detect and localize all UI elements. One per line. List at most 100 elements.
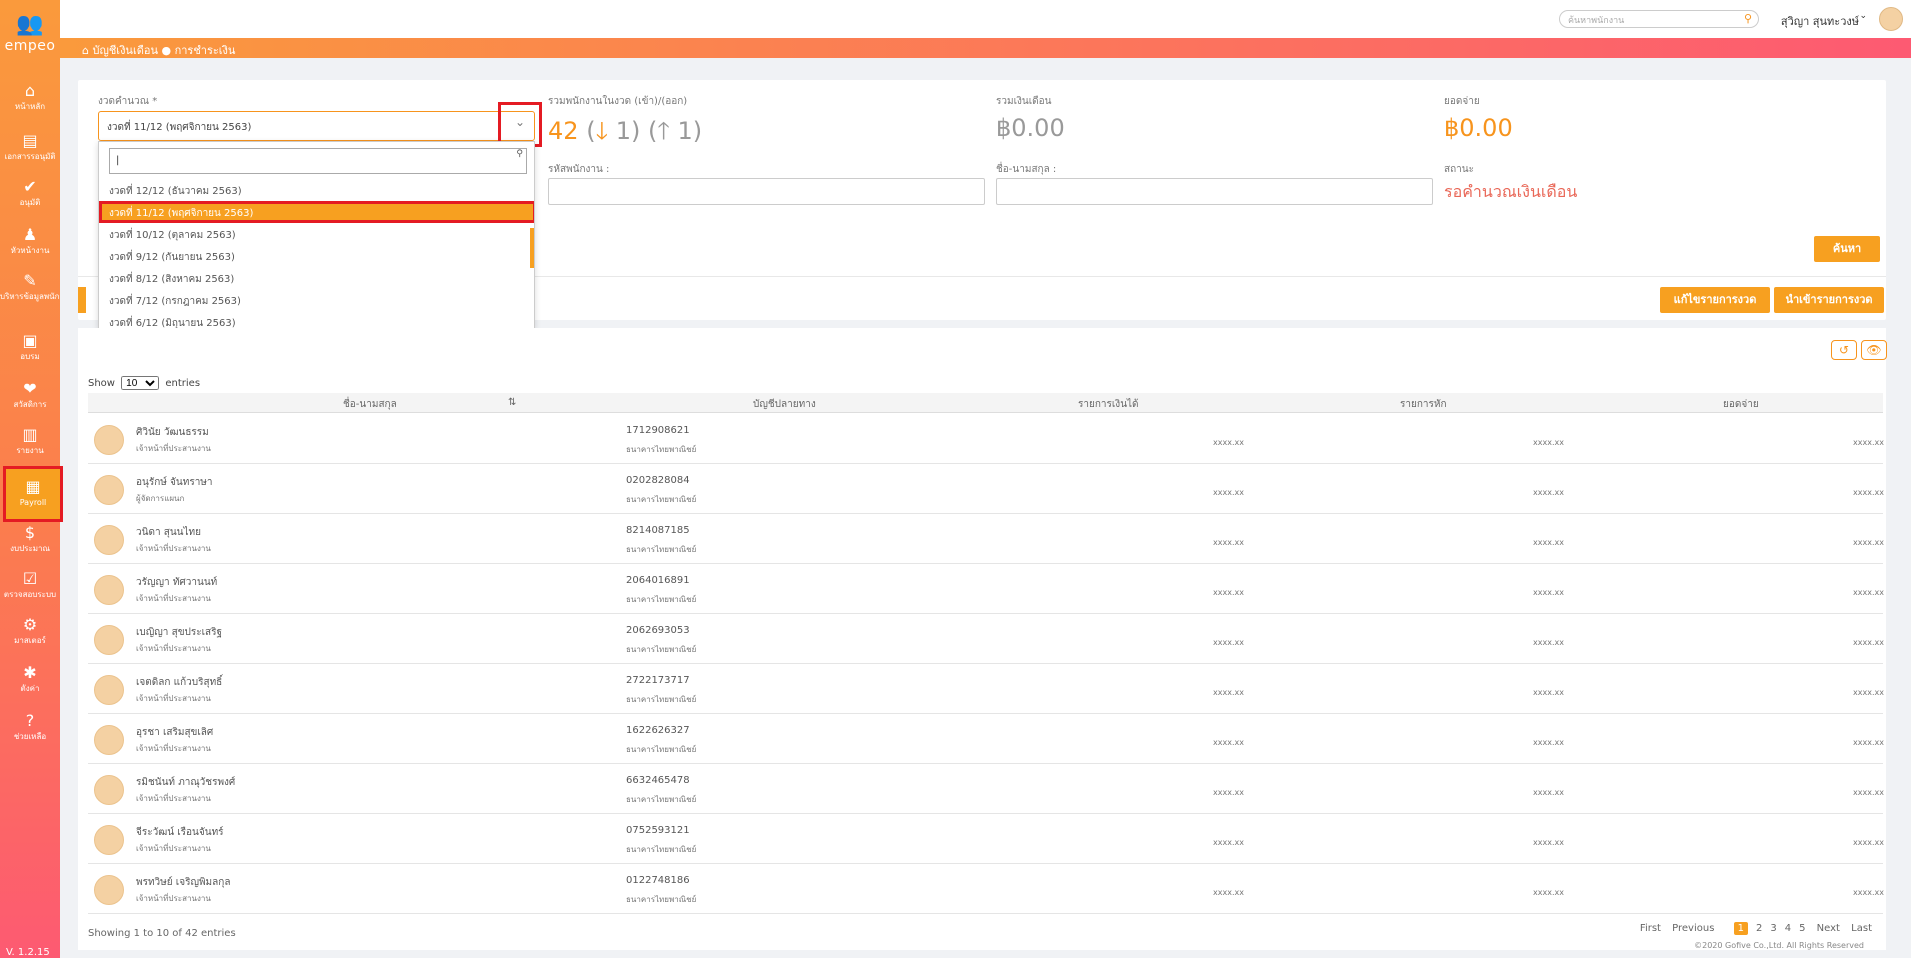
bank-name: ธนาคารไทยพาณิชย์	[626, 895, 697, 904]
search-icon: ⚲	[516, 149, 523, 159]
dropdown-option[interactable]: งวดที่ 9/12 (กันยายน 2563)	[99, 245, 534, 267]
page-number[interactable]: 3	[1770, 923, 1776, 934]
sidebar-item[interactable]: ❤ สวัสดิการ	[0, 380, 60, 410]
table-row[interactable]: พรทวิษย์ เจริญพิมลกุล เจ้าหน้าที่ประสานงา…	[88, 864, 1884, 914]
employee-name[interactable]: พรทวิษย์ เจริญพิมลกุล	[136, 875, 230, 890]
chevron-down-icon[interactable]: ⌄	[1859, 11, 1867, 21]
sidebar-item[interactable]: ? ช่วยเหลือ	[0, 712, 60, 742]
sidebar-item[interactable]: ▤ เอกสารรอนุมัติ	[0, 132, 60, 162]
col-account[interactable]: บัญชีปลายทาง	[753, 397, 816, 412]
dropdown-option[interactable]: งวดที่ 12/12 (ธันวาคม 2563)	[99, 179, 534, 201]
employee-name[interactable]: เจตดิลก แก้วบริสุทธิ์	[136, 675, 222, 690]
sidebar-item[interactable]: ☑ ตรวจสอบระบบ	[0, 570, 60, 600]
page-number[interactable]: 2	[1756, 923, 1762, 934]
sidebar-item[interactable]: ▦ Payroll	[3, 466, 63, 522]
employee-name[interactable]: วนิดา สุนนไทย	[136, 525, 201, 540]
emp-code-input[interactable]	[548, 178, 985, 205]
import-period-button[interactable]: นำเข้ารายการงวด	[1774, 287, 1884, 313]
employee-name[interactable]: เบญิญา สุขประเสริฐ	[136, 625, 222, 640]
name-input[interactable]	[996, 178, 1433, 205]
deduction-amount: xxxx.xx	[1533, 488, 1564, 497]
table-row[interactable]: วนิดา สุนนไทย เจ้าหน้าที่ประสานงาน 8214087…	[88, 514, 1884, 564]
dropdown-scrollbar[interactable]	[530, 228, 534, 268]
sidebar-item[interactable]: ♟ หัวหน้างาน	[0, 226, 60, 256]
left-button-stub[interactable]	[78, 287, 86, 313]
col-income[interactable]: รายการเงินได้	[1078, 397, 1139, 412]
user-name[interactable]: สุวิญา สุนทะวงษ์	[1781, 12, 1859, 30]
dropdown-option[interactable]: งวดที่ 6/12 (มิถุนายน 2563)	[99, 311, 534, 328]
sidebar-item[interactable]: ✱ ตั้งค่า	[0, 664, 60, 694]
page-size-select[interactable]: 10	[121, 376, 160, 390]
user-avatar[interactable]	[1879, 7, 1903, 31]
employee-search-input[interactable]: ค้นหาพนักงาน ⚲	[1559, 10, 1759, 28]
employee-name[interactable]: อนุรักษ์ จันทราษา	[136, 475, 213, 490]
period-label: งวดคำนวณ *	[98, 96, 158, 107]
logo-text: empeo	[4, 38, 56, 54]
sidebar-item[interactable]: ✎ บริหารข้อมูลพนักงาน	[0, 272, 60, 302]
table-row[interactable]: เจตดิลก แก้วบริสุทธิ์ เจ้าหน้าที่ประสานงา…	[88, 664, 1884, 714]
page-next[interactable]: Next	[1817, 923, 1840, 934]
sidebar-item[interactable]: ✔ อนุมัติ	[0, 178, 60, 208]
employee-name[interactable]: รมิชนันท์ ภาณุวัชรพงศ์	[136, 775, 235, 790]
table-row[interactable]: วรัญญา ทัศวานนท์เจ้าหน้าที่ประสานงาน 2064…	[88, 564, 1884, 614]
app-logo[interactable]: 👥 empeo	[0, 14, 60, 55]
sidebar-item-label: บริหารข้อมูลพนักงาน	[0, 292, 60, 301]
employee-position: ผู้จัดการแผนก	[136, 494, 185, 503]
sidebar-item-icon: ▦	[25, 477, 41, 496]
page-number[interactable]: 1	[1733, 922, 1748, 935]
account-number: 2064016891	[626, 575, 690, 586]
employee-name[interactable]: วรัญญา ทัศวานนท์	[136, 575, 217, 590]
col-pay[interactable]: ยอดจ่าย	[1723, 397, 1759, 412]
table-row[interactable]: อุรชา เสริมสุขเลิศ เจ้าหน้าที่ประสานงาน 16…	[88, 714, 1884, 764]
account-number: 1622626327	[626, 725, 690, 736]
table-row[interactable]: เบญิญา สุขประเสริฐ เจ้าหน้าที่ประสานงาน 20…	[88, 614, 1884, 664]
breadcrumb-text[interactable]: บัญชีเงินเดือน ● การชำระเงิน	[92, 44, 235, 57]
sidebar-item[interactable]: ⚙ มาสเตอร์	[0, 616, 60, 646]
search-icon[interactable]: ⚲	[1744, 12, 1752, 25]
employee-name[interactable]: ศิวินัย วัฒนธรรม	[136, 425, 209, 440]
table-row[interactable]: รมิชนันท์ ภาณุวัชรพงศ์ เจ้าหน้าที่ประสานง…	[88, 764, 1884, 814]
employee-position: เจ้าหน้าที่ประสานงาน	[136, 594, 211, 603]
account-number: 1712908621	[626, 425, 690, 436]
dropdown-option[interactable]: งวดที่ 8/12 (สิงหาคม 2563)	[99, 267, 534, 289]
income-amount: xxxx.xx	[1213, 788, 1244, 797]
sidebar-item[interactable]: ▣ อบรม	[0, 332, 60, 362]
dropdown-search-input[interactable]: | ⚲	[109, 148, 527, 174]
sidebar-item[interactable]: ▥ รายงาน	[0, 426, 60, 456]
sidebar-item[interactable]: ⌂ หน้าหลัก	[0, 82, 60, 112]
avatar	[94, 675, 124, 705]
page-number[interactable]: 4	[1785, 923, 1791, 934]
dropdown-option[interactable]: งวดที่ 11/12 (พฤศจิกายน 2563)	[99, 201, 534, 223]
dropdown-option[interactable]: งวดที่ 7/12 (กรกฎาคม 2563)	[99, 289, 534, 311]
sidebar-item[interactable]: $ งบประมาณ	[0, 524, 60, 554]
name-label: ชื่อ-นามสกุล :	[996, 164, 1057, 175]
avatar	[94, 525, 124, 555]
sort-icon[interactable]: ⇅	[508, 397, 516, 408]
dropdown-option[interactable]: งวดที่ 10/12 (ตุลาคม 2563)	[99, 223, 534, 245]
page-previous[interactable]: Previous	[1672, 923, 1714, 934]
income-amount: xxxx.xx	[1213, 688, 1244, 697]
history-icon[interactable]: ↺	[1831, 340, 1857, 360]
pay-amount: xxxx.xx	[1853, 888, 1884, 897]
page-number[interactable]: 5	[1799, 923, 1805, 934]
employee-name[interactable]: จีระวัฒน์ เรือนจันทร์	[136, 825, 224, 840]
page-last[interactable]: Last	[1851, 923, 1872, 934]
period-select[interactable]: งวดที่ 11/12 (พฤศจิกายน 2563)	[98, 111, 535, 141]
table-row[interactable]: ศิวินัย วัฒนธรรม เจ้าหน้าที่ประสานงาน 1712…	[88, 414, 1884, 464]
employees-label: รวมพนักงานในงวด (เข้า)/(ออก)	[548, 96, 688, 107]
home-icon[interactable]: ⌂	[82, 44, 89, 57]
account-number: 0752593121	[626, 825, 690, 836]
search-button[interactable]: ค้นหา	[1814, 236, 1880, 262]
avatar	[94, 725, 124, 755]
employee-name[interactable]: อุรชา เสริมสุขเลิศ	[136, 725, 213, 740]
page-first[interactable]: First	[1640, 923, 1661, 934]
eye-icon[interactable]: 👁	[1861, 340, 1887, 360]
bank-name: ธนาคารไทยพาณิชย์	[626, 795, 697, 804]
col-deduction[interactable]: รายการหัก	[1400, 397, 1447, 412]
deduction-amount: xxxx.xx	[1533, 788, 1564, 797]
table-row[interactable]: จีระวัฒน์ เรือนจันทร์ เจ้าหน้าที่ประสานงา…	[88, 814, 1884, 864]
col-name[interactable]: ชื่อ-นามสกุล	[343, 397, 397, 412]
table-row[interactable]: อนุรักษ์ จันทราษา ผู้จัดการแผนก 0202828084…	[88, 464, 1884, 514]
edit-period-button[interactable]: แก้ไขรายการงวด	[1660, 287, 1770, 313]
sidebar-item-icon: ✱	[23, 663, 37, 682]
